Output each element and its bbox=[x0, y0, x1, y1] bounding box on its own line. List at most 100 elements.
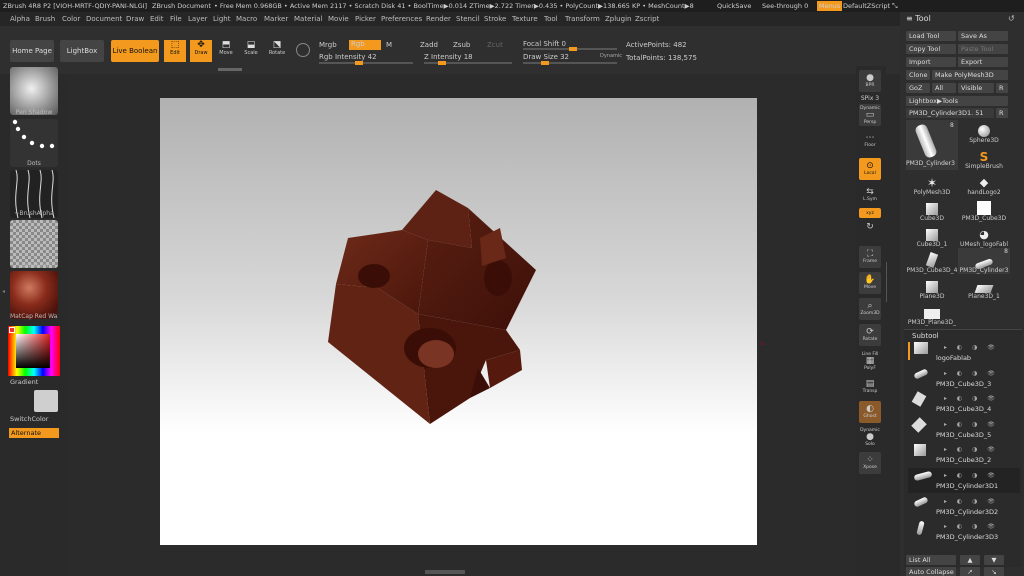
rotate-axis-icon[interactable]: ↻ bbox=[859, 221, 881, 233]
tool-thumb-cube3d[interactable]: Cube3D bbox=[906, 196, 958, 222]
tool-thumb-pm3d-cylinder3-b[interactable]: 8 PM3D_Cylinder3 bbox=[958, 248, 1010, 274]
subtool-row[interactable]: ▸ ◐ ◑ 👁 PM3D_Cylinder3D3 bbox=[908, 519, 1020, 544]
save-as-button[interactable]: Save As bbox=[958, 31, 1008, 41]
import-button[interactable]: Import bbox=[906, 57, 956, 67]
menu-edit[interactable]: Edit bbox=[150, 15, 164, 23]
tool-thumb-polymesh3d[interactable]: ✶ PolyMesh3D bbox=[906, 170, 958, 196]
color-saturation-square[interactable] bbox=[16, 334, 50, 368]
document-canvas[interactable] bbox=[160, 98, 757, 545]
menu-file[interactable]: File bbox=[170, 15, 182, 23]
focal-shift-knob[interactable] bbox=[569, 47, 577, 51]
subtool-row[interactable]: ▸ ◐ ◑ 👁 PM3D_Cube3D_3 bbox=[908, 366, 1020, 391]
rotate-view-button[interactable]: ⟳ Rotate bbox=[859, 324, 881, 346]
main-color-swatch[interactable] bbox=[9, 327, 15, 333]
mrgb-button[interactable]: Mrgb bbox=[319, 41, 337, 49]
subtool-row[interactable]: ▸ ◐ ◑ 👁 PM3D_Cube3D_5 bbox=[908, 417, 1020, 442]
edit-button[interactable]: ⬚ Edit bbox=[164, 40, 186, 62]
material-thumbnail[interactable] bbox=[10, 271, 58, 319]
subtool-row-selected[interactable]: ▸ ◐ ◑ 👁 PM3D_Cylinder3D1 bbox=[908, 468, 1020, 493]
menu-light[interactable]: Light bbox=[213, 15, 230, 23]
default-zscript-button[interactable]: DefaultZScript bbox=[843, 2, 890, 10]
move-down-icon[interactable]: ▼ bbox=[984, 555, 1004, 565]
tool-thumb-handlogo2[interactable]: ◆ handLogo2 bbox=[958, 170, 1010, 197]
ghost-button[interactable]: ◐ Ghost bbox=[859, 401, 881, 423]
paste-tool-button[interactable]: Paste Tool bbox=[958, 44, 1008, 54]
tool-thumb-plane3d-1[interactable]: Plane3D_1 bbox=[958, 274, 1010, 300]
menu-color[interactable]: Color bbox=[62, 15, 80, 23]
menu-macro[interactable]: Macro bbox=[236, 15, 257, 23]
left-shelf-collapse-icon[interactable]: ◂ bbox=[2, 288, 5, 295]
bpr-button[interactable]: ● BPR bbox=[859, 70, 881, 92]
move-up-icon[interactable]: ▲ bbox=[960, 555, 980, 565]
zcut-button[interactable]: Zcut bbox=[487, 41, 503, 49]
menu-texture[interactable]: Texture bbox=[512, 15, 538, 23]
list-all-button[interactable]: List All bbox=[906, 555, 956, 565]
rgb-button[interactable]: Rgb bbox=[349, 40, 381, 50]
quicksave-button[interactable]: QuickSave bbox=[717, 2, 751, 10]
tool-thumb-simplebrush[interactable]: S SimpleBrush bbox=[958, 144, 1010, 170]
floor-button[interactable]: ⋯ Floor bbox=[859, 130, 881, 152]
menu-stroke[interactable]: Stroke bbox=[484, 15, 506, 23]
transp-button[interactable]: ▤ Transp bbox=[859, 376, 881, 398]
see-through-slider[interactable]: See-through 0 bbox=[762, 2, 808, 10]
draw-size-slider[interactable] bbox=[523, 61, 617, 65]
rgb-intensity-slider[interactable] bbox=[319, 61, 413, 65]
alternate-button[interactable]: Alternate bbox=[9, 428, 59, 438]
polyf-button[interactable]: Line Fill ▦ PolyF bbox=[859, 350, 881, 372]
local-button[interactable]: ⊙ Local bbox=[859, 158, 881, 180]
menu-stencil[interactable]: Stencil bbox=[456, 15, 480, 23]
move-view-button[interactable]: ✋ Move bbox=[859, 272, 881, 294]
tool-thumb-pm3d-cylinder3[interactable]: 8 PM3D_Cylinder3 bbox=[906, 120, 958, 170]
subtool-controls[interactable]: ▸ ◐ ◑ 👁 bbox=[944, 344, 1014, 351]
zoom3d-button[interactable]: ⌕ Zoom3D bbox=[859, 298, 881, 320]
menu-zplugin[interactable]: Zplugin bbox=[605, 15, 631, 23]
focal-shift-slider[interactable] bbox=[523, 47, 617, 51]
zsub-button[interactable]: Zsub bbox=[453, 41, 470, 49]
lsym-button[interactable]: ⇆ L.Sym bbox=[859, 184, 881, 206]
move-button[interactable]: ⬒ Move bbox=[216, 40, 236, 60]
secondary-color-swatch[interactable] bbox=[34, 390, 58, 412]
menu-brush[interactable]: Brush bbox=[35, 15, 55, 23]
subtool-controls[interactable]: ▸ ◐ ◑ 👁 bbox=[944, 421, 1014, 428]
switch-color-button[interactable]: SwitchColor bbox=[10, 415, 48, 423]
palette-reset-icon[interactable]: ↺ bbox=[1008, 14, 1015, 23]
tool-thumb-pm3d-cube3d-4[interactable]: PM3D_Cube3D_4 bbox=[906, 248, 958, 274]
m-button[interactable]: M bbox=[386, 41, 392, 49]
draw-button[interactable]: ✥ Draw bbox=[190, 40, 212, 62]
subtool-controls[interactable]: ▸ ◐ ◑ 👁 bbox=[944, 498, 1014, 505]
subtool-controls[interactable]: ▸ ◐ ◑ 👁 bbox=[944, 395, 1014, 402]
rotate-button[interactable]: ⬔ Rotate bbox=[267, 40, 287, 60]
menu-transform[interactable]: Transform bbox=[565, 15, 600, 23]
subtool-row[interactable]: ▸ ◐ ◑ 👁 PM3D_Cylinder3D2 bbox=[908, 494, 1020, 519]
goz-all-button[interactable]: All bbox=[932, 83, 956, 93]
subtool-row[interactable]: ▸ ◐ ◑ 👁 PM3D_Cube3D_2 bbox=[908, 442, 1020, 467]
menu-marker[interactable]: Marker bbox=[264, 15, 288, 23]
menu-alpha[interactable]: Alpha bbox=[10, 15, 30, 23]
copy-tool-button[interactable]: Copy Tool bbox=[906, 44, 956, 54]
menu-draw[interactable]: Draw bbox=[126, 15, 144, 23]
subtool-controls[interactable]: ▸ ◐ ◑ 👁 bbox=[944, 446, 1014, 453]
canvas-scroll-bottom[interactable] bbox=[425, 570, 465, 574]
menu-layer[interactable]: Layer bbox=[188, 15, 208, 23]
export-button[interactable]: Export bbox=[958, 57, 1008, 67]
solo-button[interactable]: Dynamic ● Solo bbox=[859, 426, 881, 448]
menu-material[interactable]: Material bbox=[294, 15, 322, 23]
auto-collapse-button[interactable]: Auto Collapse bbox=[906, 567, 956, 576]
lightbox-tools-button[interactable]: Lightbox▶Tools bbox=[906, 96, 1008, 106]
brush-thumbnail[interactable] bbox=[10, 67, 58, 115]
color-picker[interactable] bbox=[8, 326, 60, 376]
zadd-button[interactable]: Zadd bbox=[420, 41, 438, 49]
goz-button[interactable]: GoZ bbox=[906, 83, 930, 93]
subtool-row[interactable]: ▸ ◐ ◑ 👁 PM3D_Cube3D_4 bbox=[908, 391, 1020, 416]
subtool-controls[interactable]: ▸ ◐ ◑ 👁 bbox=[944, 370, 1014, 377]
clone-button[interactable]: Clone bbox=[906, 70, 930, 80]
xyz-button[interactable]: xyz bbox=[859, 208, 881, 218]
dynamic-size-toggle[interactable]: Dynamic bbox=[600, 53, 622, 59]
persp-button[interactable]: Dynamic ▭ Persp bbox=[859, 104, 881, 126]
tool-thumb-plane3d[interactable]: Plane3D bbox=[906, 274, 958, 300]
xpose-button[interactable]: ⁘ Xpose bbox=[859, 452, 881, 474]
tool-thumb-pm3d-cube3d[interactable]: PM3D_Cube3D bbox=[958, 196, 1010, 222]
subtool-controls[interactable]: ▸ ◐ ◑ 👁 bbox=[944, 523, 1014, 530]
arrow-up-right-icon[interactable]: ↗ bbox=[960, 567, 980, 576]
menu-zscript[interactable]: Zscript bbox=[635, 15, 659, 23]
